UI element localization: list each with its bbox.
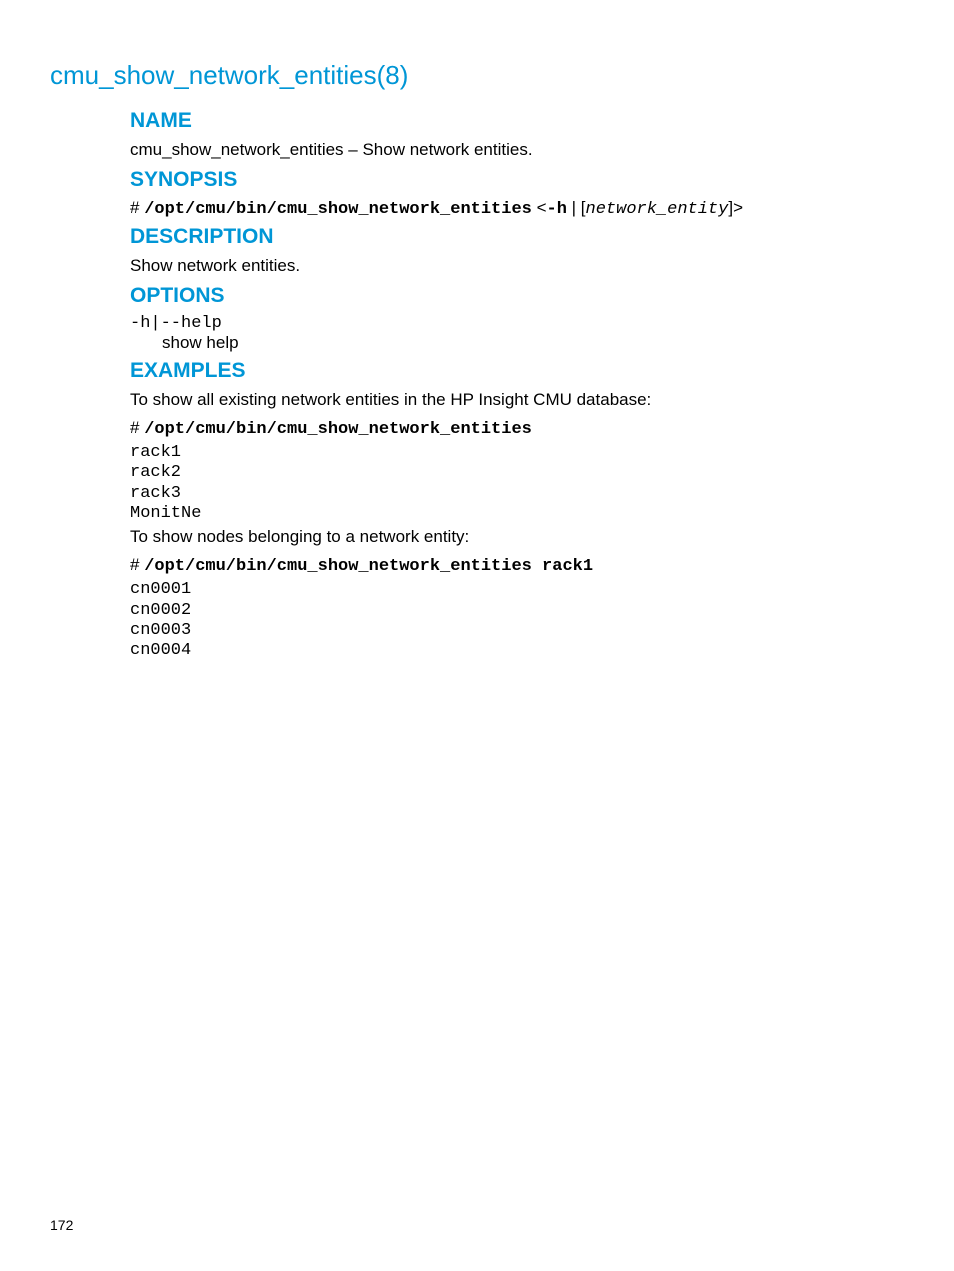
synopsis-cmd: /opt/cmu/bin/cmu_show_network_entities — [144, 200, 532, 219]
examples-intro2: To show nodes belonging to a network ent… — [130, 526, 904, 549]
synopsis-pipe: | [ — [567, 198, 586, 217]
examples-cmd2-line: # /opt/cmu/bin/cmu_show_network_entities… — [130, 555, 904, 576]
synopsis-close: ]> — [728, 198, 743, 217]
page-number: 172 — [50, 1217, 73, 1233]
option-flag: -h|--help — [130, 314, 904, 333]
heading-description: DESCRIPTION — [130, 225, 904, 249]
description-text: Show network entities. — [130, 255, 904, 278]
synopsis-open: < — [532, 198, 547, 217]
examples-cmd1-line: # /opt/cmu/bin/cmu_show_network_entities — [130, 418, 904, 439]
examples-intro1: To show all existing network entities in… — [130, 389, 904, 412]
page-title: cmu_show_network_entities(8) — [50, 60, 904, 91]
cmd2-hash: # — [130, 555, 144, 574]
cmd1: /opt/cmu/bin/cmu_show_network_entities — [144, 420, 532, 439]
option-block: -h|--help show help — [130, 314, 904, 353]
cmd1-hash: # — [130, 418, 144, 437]
heading-examples: EXAMPLES — [130, 359, 904, 383]
examples-output2: cn0001 cn0002 cn0003 cn0004 — [130, 580, 904, 662]
name-text: cmu_show_network_entities – Show network… — [130, 139, 904, 162]
synopsis-arg: network_entity — [586, 200, 729, 219]
content-area: NAME cmu_show_network_entities – Show ne… — [130, 109, 904, 662]
cmd2: /opt/cmu/bin/cmu_show_network_entities r… — [144, 557, 593, 576]
option-desc: show help — [162, 333, 904, 353]
examples-output1: rack1 rack2 rack3 MonitNe — [130, 443, 904, 525]
synopsis-line: # /opt/cmu/bin/cmu_show_network_entities… — [130, 198, 904, 219]
synopsis-flag: -h — [547, 200, 567, 219]
synopsis-hash: # — [130, 198, 144, 217]
heading-options: OPTIONS — [130, 284, 904, 308]
heading-name: NAME — [130, 109, 904, 133]
heading-synopsis: SYNOPSIS — [130, 168, 904, 192]
